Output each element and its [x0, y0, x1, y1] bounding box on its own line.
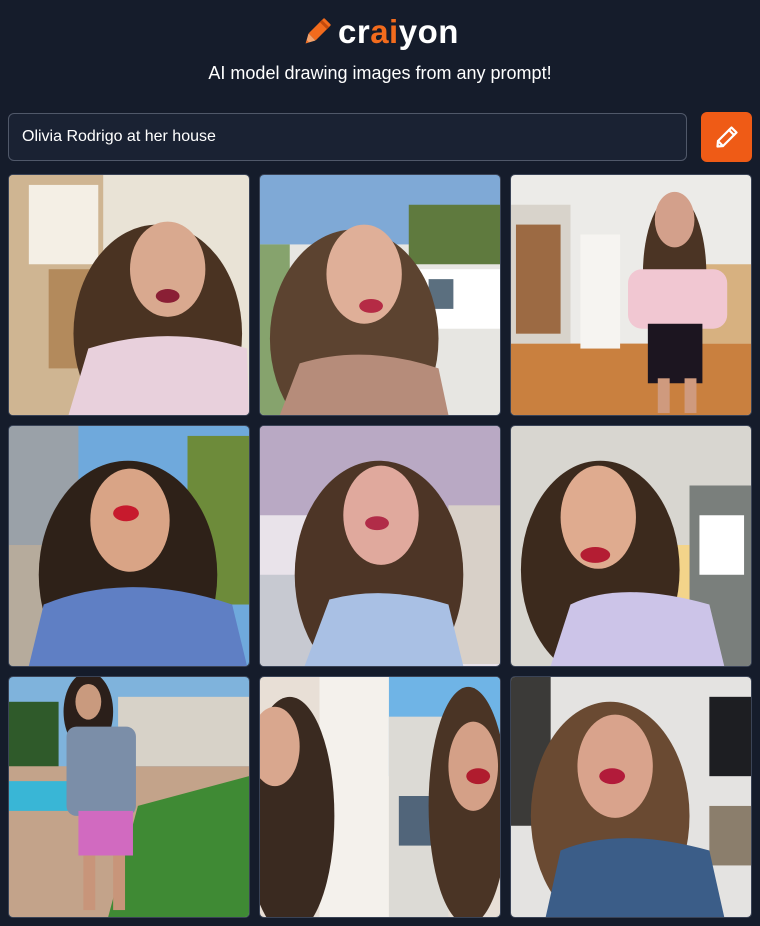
tagline: AI model drawing images from any prompt! [208, 63, 552, 83]
generated-image-2[interactable] [259, 174, 501, 416]
generated-image-5[interactable] [259, 425, 501, 667]
pencil-icon [715, 126, 738, 148]
craiyon-logo[interactable]: craiyon [300, 12, 459, 52]
logo-wordmark: craiyon [338, 13, 459, 50]
generated-image-4[interactable] [8, 425, 250, 667]
draw-button[interactable] [701, 112, 752, 162]
header: craiyon AI model drawing images from any… [0, 0, 760, 110]
generated-image-1[interactable] [8, 174, 250, 416]
crayon-logo-icon [305, 18, 331, 44]
generated-image-9[interactable] [510, 676, 752, 918]
generated-image-6[interactable] [510, 425, 752, 667]
generated-image-3[interactable] [510, 174, 752, 416]
generated-image-8[interactable] [259, 676, 501, 918]
image-grid [8, 174, 752, 918]
prompt-input[interactable] [8, 113, 687, 161]
generated-image-7[interactable] [8, 676, 250, 918]
